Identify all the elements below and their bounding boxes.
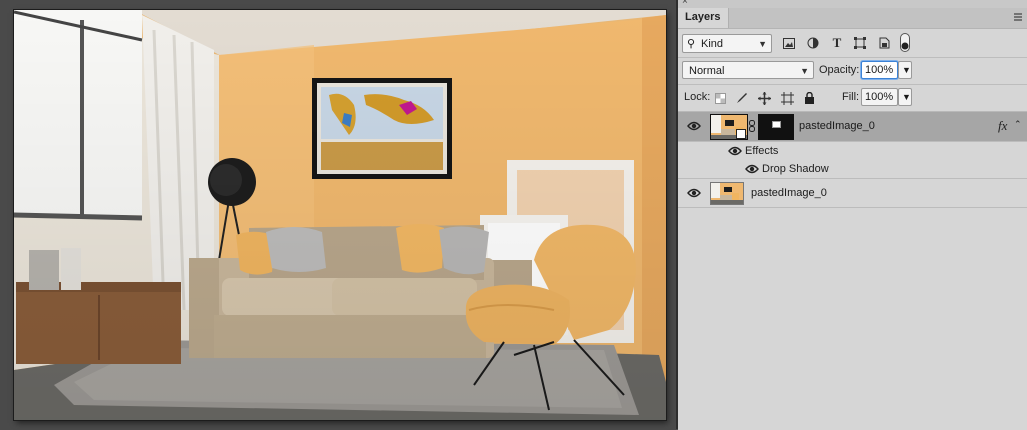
chevron-up-icon[interactable]: ⌃	[1014, 119, 1022, 130]
blend-mode-value: Normal	[689, 65, 725, 77]
layers-list: pastedImage_0 fx ⌃ Effects Drop Shadow p…	[678, 111, 1027, 430]
layers-panel: × Layers ⚲ Kind ▼ T Normal ▼ Opacity: 10…	[678, 0, 1027, 430]
smart-object-badge-icon	[736, 129, 746, 139]
panel-title-strip: ×	[678, 0, 1027, 8]
adjustment-filter-icon[interactable]	[805, 35, 821, 51]
lock-transparency-icon[interactable]	[712, 90, 728, 106]
lock-row: Lock: Fill: 100% ▼	[678, 85, 1027, 111]
panel-tab-bar: Layers	[678, 8, 1027, 29]
kind-filter-select[interactable]: ⚲ Kind ▼	[682, 34, 772, 53]
fill-dropdown-button[interactable]: ▼	[898, 88, 912, 106]
mask-shape	[772, 121, 781, 128]
panel-menu-icon[interactable]	[1013, 11, 1023, 23]
layer-name[interactable]: pastedImage_0	[799, 120, 875, 132]
opacity-input[interactable]: 100%	[861, 61, 898, 79]
opacity-dropdown-button[interactable]: ▼	[898, 61, 912, 79]
opacity-value: 100%	[865, 64, 894, 76]
layer-row[interactable]: pastedImage_0	[678, 179, 1027, 208]
lock-all-icon[interactable]	[801, 90, 817, 106]
tab-layers-label: Layers	[685, 11, 721, 23]
kind-filter-label: Kind	[701, 38, 724, 50]
chevron-down-icon: ▼	[902, 92, 911, 102]
effects-label: Effects	[745, 145, 779, 157]
tab-layers[interactable]: Layers	[678, 8, 729, 28]
visibility-eye-icon[interactable]	[728, 146, 742, 156]
smart-object-filter-icon[interactable]	[876, 35, 892, 51]
filter-row: ⚲ Kind ▼ T	[678, 30, 1027, 56]
layer-row[interactable]: pastedImage_0 fx ⌃	[678, 112, 1027, 142]
type-filter-icon[interactable]: T	[829, 35, 845, 51]
fx-icon[interactable]: fx	[998, 118, 1007, 134]
layer-thumbnail[interactable]	[710, 182, 744, 205]
effect-item-row[interactable]: Drop Shadow	[678, 160, 1027, 179]
effects-row[interactable]: Effects	[678, 142, 1027, 160]
panel-close-icon[interactable]: ×	[682, 0, 688, 7]
living-room-photo	[14, 10, 666, 420]
lock-artboard-icon[interactable]	[779, 90, 795, 106]
image-filter-icon[interactable]	[781, 35, 797, 51]
visibility-eye-icon[interactable]	[687, 188, 701, 198]
blend-row: Normal ▼ Opacity: 100% ▼	[678, 58, 1027, 84]
lock-position-icon[interactable]	[756, 90, 772, 106]
chevron-down-icon: ▼	[800, 66, 809, 76]
layer-mask-thumbnail[interactable]	[758, 114, 794, 140]
shape-filter-icon[interactable]	[852, 35, 868, 51]
search-icon: ⚲	[687, 38, 696, 50]
document-image[interactable]	[14, 10, 666, 420]
visibility-eye-icon[interactable]	[745, 164, 759, 174]
chevron-down-icon: ▼	[758, 39, 767, 49]
blend-mode-select[interactable]: Normal ▼	[682, 61, 814, 79]
document-canvas[interactable]	[0, 0, 676, 429]
layer-name[interactable]: pastedImage_0	[751, 187, 827, 199]
lock-label: Lock:	[684, 91, 711, 103]
fill-label: Fill:	[842, 91, 860, 103]
effect-label-drop-shadow: Drop Shadow	[762, 163, 829, 175]
fill-value: 100%	[865, 91, 894, 103]
filter-toggle-icon[interactable]	[900, 33, 910, 52]
lock-pixels-icon[interactable]	[734, 90, 750, 106]
mask-link-icon[interactable]	[749, 120, 755, 132]
opacity-label: Opacity:	[819, 64, 860, 76]
fill-input[interactable]: 100%	[861, 88, 898, 106]
chevron-down-icon: ▼	[902, 65, 911, 75]
visibility-eye-icon[interactable]	[687, 121, 701, 131]
